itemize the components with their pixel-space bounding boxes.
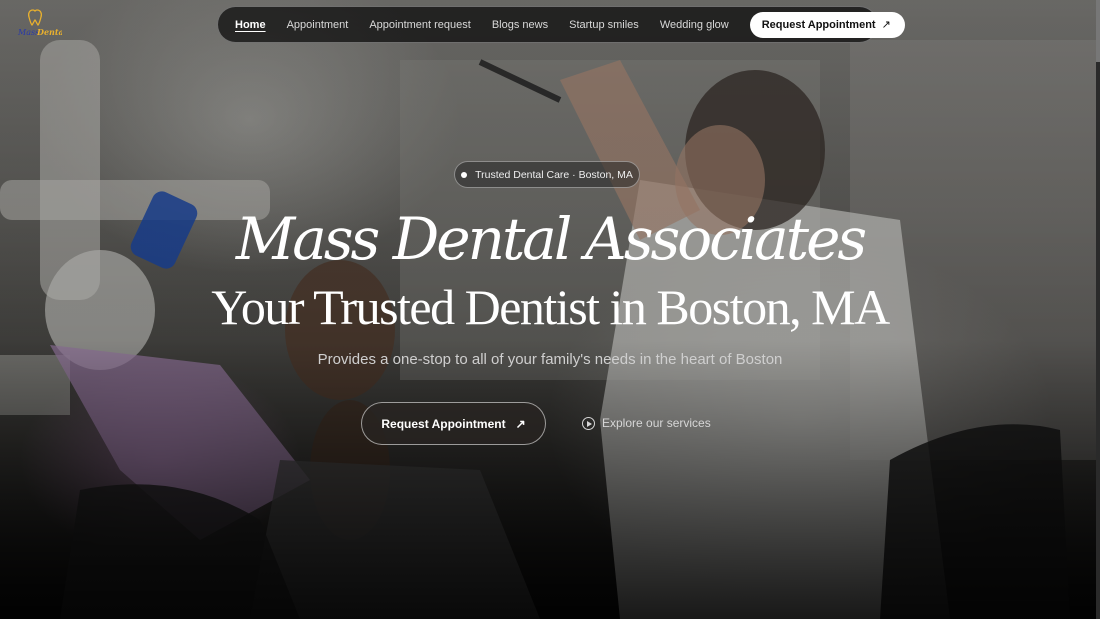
play-circle-icon	[582, 416, 595, 430]
explore-services-link[interactable]: Explore our services	[582, 413, 711, 433]
landing-page: Mass Dental Home Appointment Appointment…	[0, 0, 1100, 619]
tooth-logo-icon: Mass Dental	[17, 9, 67, 37]
explore-services-label: Explore our services	[602, 416, 711, 430]
badge-text: Trusted Dental Care · Boston, MA	[475, 168, 633, 181]
hero-title: Mass Dental Associates	[235, 205, 867, 273]
main-navigation: Home Appointment Appointment request Blo…	[217, 6, 905, 43]
page-scrollbar[interactable]	[1096, 0, 1100, 619]
nav-link-appointment[interactable]: Appointment	[287, 19, 349, 31]
arrow-up-right-icon: ↗	[515, 416, 526, 431]
nav-link-appointment-request[interactable]: Appointment request	[369, 19, 471, 31]
nav-link-blogs-news[interactable]: Blogs news	[492, 19, 548, 31]
nav-link-home[interactable]: Home	[235, 19, 266, 31]
svg-text:Dental: Dental	[36, 27, 62, 37]
nav-link-startup-smiles[interactable]: Startup smiles	[569, 19, 639, 31]
scrollbar-thumb[interactable]	[1096, 0, 1100, 62]
nav-link-wedding-glow[interactable]: Wedding glow	[660, 19, 729, 31]
badge-dot-icon	[461, 171, 468, 178]
brand-logo[interactable]: Mass Dental	[16, 8, 67, 42]
hero-request-appointment-button[interactable]: Request Appointment ↗	[361, 402, 546, 445]
hero-cta-label: Request Appointment	[381, 416, 506, 431]
nav-request-appointment-button[interactable]: Request Appointment ↗	[749, 11, 905, 38]
hero-tagline: Provides a one-stop to all of your famil…	[317, 351, 783, 368]
arrow-up-right-icon: ↗	[881, 19, 891, 31]
location-badge: Trusted Dental Care · Boston, MA	[454, 161, 640, 188]
svg-text:Mass: Mass	[17, 28, 39, 37]
hero-subtitle: Your Trusted Dentist in Boston, MA	[211, 279, 890, 335]
nav-cta-label: Request Appointment	[761, 18, 876, 31]
